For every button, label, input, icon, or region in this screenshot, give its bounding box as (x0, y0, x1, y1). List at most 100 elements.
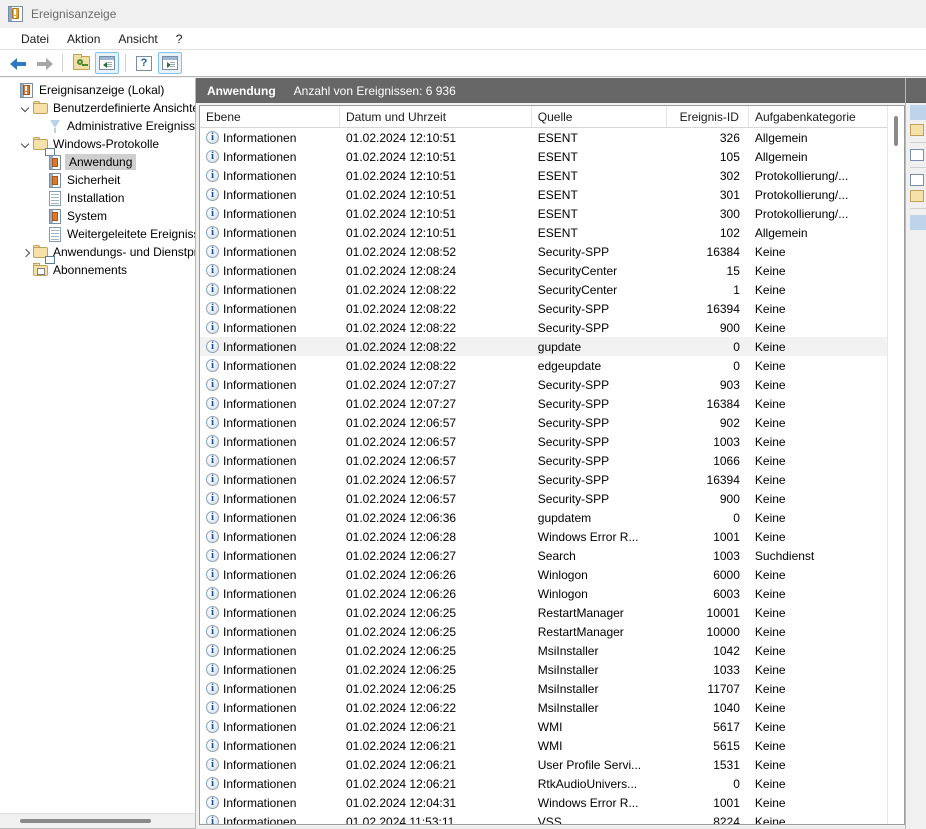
event-list-scroll-thumb[interactable] (894, 116, 898, 146)
tree-item-system[interactable]: System (0, 207, 195, 225)
event-row[interactable]: Informationen 01.02.2024 12:10:51 ESENT 326… (200, 128, 887, 147)
event-row[interactable]: Informationen 01.02.2024 12:06:57 Security… (200, 470, 887, 489)
tree-hscroll-thumb[interactable] (20, 819, 151, 823)
cell-category: Keine (754, 282, 786, 297)
menu-ansicht[interactable]: Ansicht (109, 30, 166, 48)
event-row[interactable]: Informationen 01.02.2024 12:06:57 Security… (200, 413, 887, 432)
cell-level-label: Informationen (223, 282, 297, 297)
tree-item-administrative-ereignisse[interactable]: Administrative Ereignisse (0, 117, 195, 135)
event-row[interactable]: Informationen 01.02.2024 12:10:51 ESENT 300… (200, 204, 887, 223)
event-row[interactable]: Informationen 01.02.2024 12:06:57 Security… (200, 489, 887, 508)
cell-level: Informationen (200, 815, 340, 824)
event-row[interactable]: Informationen 01.02.2024 12:08:22 edgeupda… (200, 356, 887, 375)
event-row[interactable]: Informationen 01.02.2024 12:10:51 ESENT 102… (200, 223, 887, 242)
tree-item-benutzerdefinierte-ansichten[interactable]: Benutzerdefinierte Ansichten (0, 99, 195, 117)
actions-divider-3 (910, 208, 926, 209)
tree-item-windows-protokolle[interactable]: Windows-Protokolle (0, 135, 195, 156)
event-row[interactable]: Informationen 01.02.2024 12:06:21 WMI 5617 K… (200, 717, 887, 736)
help-button[interactable]: ? (132, 52, 156, 74)
event-row[interactable]: Informationen 01.02.2024 12:06:25 MsiInsta… (200, 641, 887, 660)
console-tree[interactable]: Ereignisanzeige (Lokal) Benutzerdefiniert… (0, 78, 195, 813)
tree-item-anwendungs-und-dienstprotokolle[interactable]: Anwendungs- und Dienstprotokolle (0, 243, 195, 264)
cell-event_id: 1003 (713, 548, 740, 563)
column-header-source[interactable]: Quelle (532, 106, 668, 127)
event-row[interactable]: Informationen 01.02.2024 12:06:22 MsiInsta… (200, 698, 887, 717)
event-row[interactable]: Informationen 01.02.2024 12:08:22 Security… (200, 299, 887, 318)
show-hide-tree-button[interactable] (69, 52, 93, 74)
event-row[interactable]: Informationen 01.02.2024 12:06:21 User Pro… (200, 755, 887, 774)
information-icon (206, 397, 219, 410)
event-row[interactable]: Informationen 01.02.2024 12:06:26 Winlogon… (200, 565, 887, 584)
menu-datei[interactable]: Datei (12, 30, 58, 48)
event-row[interactable]: Informationen 01.02.2024 12:10:51 ESENT 302… (200, 166, 887, 185)
cell-level: Informationen (200, 530, 340, 544)
tree-item-anwendung[interactable]: Anwendung (0, 153, 195, 171)
event-row[interactable]: Informationen 01.02.2024 12:06:25 MsiInsta… (200, 660, 887, 679)
event-row[interactable]: Informationen 01.02.2024 12:06:21 WMI 5615 K… (200, 736, 887, 755)
cell-category: Allgemein (754, 225, 808, 240)
event-row[interactable]: Informationen 01.02.2024 12:08:22 Security… (200, 318, 887, 337)
event-row[interactable]: Informationen 01.02.2024 12:06:36 gupdatem… (200, 508, 887, 527)
cell-event_id: 105 (719, 149, 740, 164)
event-row[interactable]: Informationen 01.02.2024 12:06:25 RestartM… (200, 603, 887, 622)
tree-item-ereignisanzeige-lokal[interactable]: Ereignisanzeige (Lokal) (0, 81, 195, 99)
tree-item-weitergeleitete-ereignisse[interactable]: Weitergeleitete Ereignisse (0, 225, 195, 243)
toggle-action-pane-button[interactable] (158, 52, 182, 74)
actions-pane-items[interactable] (910, 105, 926, 232)
event-row[interactable]: Informationen 01.02.2024 12:06:28 Windows … (200, 527, 887, 546)
event-row[interactable]: Informationen 01.02.2024 12:08:24 Security… (200, 261, 887, 280)
event-row[interactable]: Informationen 01.02.2024 11:53:11 VSS 8224 K… (200, 812, 887, 824)
actions-save-icon[interactable] (910, 190, 924, 202)
event-list-column-headers[interactable]: Ebene Datum und Uhrzeit Quelle Ereignis-ID A… (200, 106, 887, 128)
actions-filter-icon[interactable] (910, 149, 924, 161)
cell-datetime: 01.02.2024 12:06:25 (346, 624, 457, 639)
menu-hilfe[interactable]: ? (167, 30, 192, 48)
cell-level: Informationen (200, 340, 340, 354)
tree-item-abonnements[interactable]: Abonnements (0, 261, 195, 279)
event-row[interactable]: Informationen 01.02.2024 12:08:22 Security… (200, 280, 887, 299)
event-row[interactable]: Informationen 01.02.2024 12:06:25 MsiInsta… (200, 679, 887, 698)
twisty-expand-icon[interactable] (18, 244, 33, 260)
event-row[interactable]: Informationen 01.02.2024 12:06:27 Search 10… (200, 546, 887, 565)
actions-open-log-icon[interactable] (910, 124, 924, 136)
cell-level: Informationen (200, 606, 340, 620)
event-row[interactable]: Informationen 01.02.2024 12:10:51 ESENT 301… (200, 185, 887, 204)
event-row[interactable]: Informationen 01.02.2024 12:06:57 Security… (200, 432, 887, 451)
information-icon (206, 302, 219, 315)
column-header-datetime[interactable]: Datum und Uhrzeit (340, 106, 532, 127)
event-row[interactable]: Informationen 01.02.2024 12:04:31 Windows … (200, 793, 887, 812)
actions-pane-header (906, 78, 926, 103)
twisty-collapse-icon[interactable] (18, 136, 33, 152)
event-row[interactable]: Informationen 01.02.2024 12:06:26 Winlogon… (200, 584, 887, 603)
twisty-collapse-icon[interactable] (18, 100, 33, 116)
event-row[interactable]: Informationen 01.02.2024 12:07:27 Security… (200, 394, 887, 413)
cell-source: SecurityCenter (537, 282, 618, 297)
tree-horizontal-scrollbar[interactable] (0, 813, 195, 828)
column-header-category[interactable]: Aufgabenkategorie (749, 106, 887, 127)
actions-properties-icon[interactable] (910, 174, 924, 186)
windows-logs-folder-icon (33, 136, 55, 156)
cell-level-label: Informationen (223, 263, 297, 278)
event-row[interactable]: Informationen 01.02.2024 12:08:22 gupdate 0… (200, 337, 887, 356)
column-header-event_id[interactable]: Ereignis-ID (667, 106, 749, 127)
tree-item-sicherheit[interactable]: Sicherheit (0, 171, 195, 189)
event-row[interactable]: Informationen 01.02.2024 12:06:25 RestartM… (200, 622, 887, 641)
twisty-placeholder (32, 190, 47, 206)
event-row[interactable]: Informationen 01.02.2024 12:10:51 ESENT 105… (200, 147, 887, 166)
event-row[interactable]: Informationen 01.02.2024 12:08:52 Security… (200, 242, 887, 261)
menu-aktion[interactable]: Aktion (58, 30, 109, 48)
event-list-vertical-scrollbar[interactable] (887, 106, 904, 824)
toggle-console-tree-button[interactable] (95, 52, 119, 74)
event-count-label: Anzahl von Ereignissen: 6 936 (293, 83, 456, 98)
cell-level-label: Informationen (223, 434, 297, 449)
event-list-rows[interactable]: Informationen 01.02.2024 12:10:51 ESENT 326… (200, 128, 887, 824)
column-header-level[interactable]: Ebene (200, 106, 341, 127)
cell-datetime: 01.02.2024 12:10:51 (346, 206, 457, 221)
event-row[interactable]: Informationen 01.02.2024 12:07:27 Security… (200, 375, 887, 394)
forward-button[interactable] (32, 52, 56, 74)
cell-level: Informationen (200, 549, 340, 563)
event-row[interactable]: Informationen 01.02.2024 12:06:57 Security… (200, 451, 887, 470)
event-row[interactable]: Informationen 01.02.2024 12:06:21 RtkAudio… (200, 774, 887, 793)
tree-item-installation[interactable]: Installation (0, 189, 195, 207)
back-button[interactable] (6, 52, 30, 74)
